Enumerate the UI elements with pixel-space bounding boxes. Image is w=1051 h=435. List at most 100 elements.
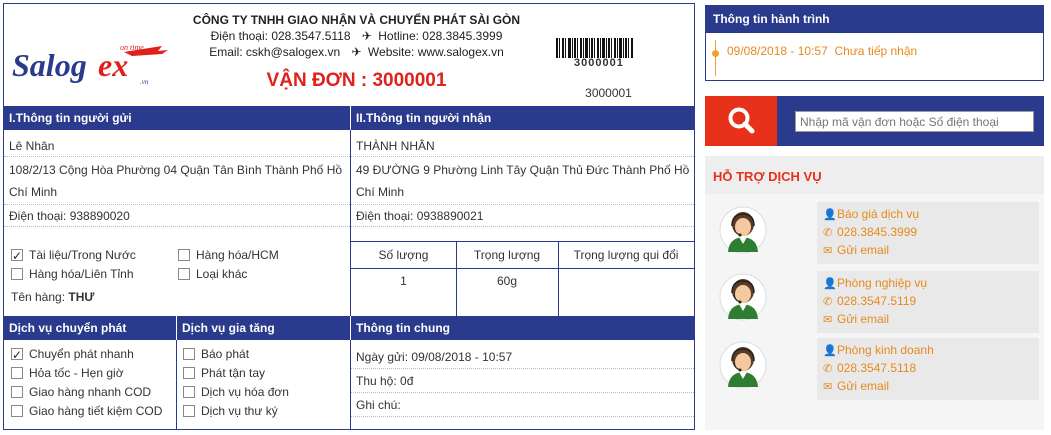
checkbox[interactable] <box>178 268 190 280</box>
sender-phone: Điện thoại: 938890020 <box>4 205 350 227</box>
company-info: CÔNG TY TNHH GIAO NHẬN VÀ CHUYỂN PHÁT SÀ… <box>179 12 534 60</box>
contact-name: 👤Phòng kinh doanh <box>823 343 934 357</box>
contact-email[interactable]: ✉ Gửi email <box>823 312 889 326</box>
column-divider <box>176 340 177 430</box>
delivery-service-header: Dịch vụ chuyển phát <box>4 316 176 340</box>
svg-text:on time: on time <box>120 43 144 52</box>
delivery-option-3[interactable]: Giao hàng tiết kiệm COD <box>11 402 162 420</box>
contact-phone[interactable]: ✆ 028.3845.3999 <box>823 225 917 239</box>
delivery-option-2[interactable]: Giao hàng nhanh COD <box>11 383 151 401</box>
phone-icon: ✆ <box>823 227 833 239</box>
column-divider <box>350 130 351 316</box>
timeline-dot-icon <box>712 50 719 57</box>
plane-icon: ✈ <box>361 29 372 43</box>
contact-phone[interactable]: ✆ 028.3547.5118 <box>823 361 916 375</box>
barcode-image: 3000001 <box>556 38 636 69</box>
goods-name-value: THƯ <box>68 290 95 304</box>
envelope-icon: ✉ <box>823 381 833 393</box>
waybill-title: VẬN ĐƠN : 3000001 <box>266 70 447 91</box>
company-name: CÔNG TY TNHH GIAO NHẬN VÀ CHUYỂN PHÁT SÀ… <box>192 13 521 27</box>
journey-panel: Thông tin hành trình 09/08/2018 - 10:57 … <box>705 5 1044 81</box>
delivery-option-1[interactable]: Hỏa tốc - Hẹn giờ <box>11 364 124 382</box>
goods-option-0[interactable]: Tài liệu/Trong Nước <box>11 246 136 265</box>
support-panel: HỖ TRỢ DỊCH VỤ 👤Báo giá dịch vụ ✆ 028.384… <box>705 156 1044 430</box>
person-icon: 👤 <box>823 278 837 290</box>
table-top-line <box>351 241 694 242</box>
company-website: Website: www.salogex.vn <box>367 45 504 59</box>
contact-email[interactable]: ✉ Gửi email <box>823 379 889 393</box>
waybill: Salog ex on time .vn CÔNG TY TNHH GIAO N… <box>3 3 695 430</box>
checkbox[interactable] <box>11 268 23 280</box>
value-added-header: Dịch vụ gia tăng <box>176 316 350 340</box>
svg-text:Salog: Salog <box>12 47 87 83</box>
checkbox[interactable] <box>183 367 195 379</box>
plane-icon: ✈ <box>351 45 362 59</box>
agent-avatar-icon <box>719 206 767 254</box>
delivery-option-0[interactable]: Chuyển phát nhanh <box>11 345 134 364</box>
person-icon: 👤 <box>823 345 837 357</box>
envelope-icon: ✉ <box>823 314 833 326</box>
contact-name: 👤Phòng nghiệp vụ <box>823 276 928 290</box>
search-input[interactable] <box>795 111 1034 132</box>
table-divider <box>558 241 559 316</box>
search-bar <box>705 96 1044 146</box>
receiver-name: THÀNH NHÂN <box>351 135 694 157</box>
value-added-option-0[interactable]: Báo phát <box>183 345 249 363</box>
value-added-option-1[interactable]: Phát tận tay <box>183 364 265 382</box>
table-header-weight: Trọng lượng <box>473 248 541 262</box>
receiver-phone: Điện thoại: 0938890021 <box>351 205 694 227</box>
person-icon: 👤 <box>823 209 837 221</box>
svg-text:ex: ex <box>98 47 128 83</box>
barcode-small-number: 3000001 <box>574 57 624 69</box>
contact-email[interactable]: ✉ Gửi email <box>823 243 889 257</box>
journey-time: 09/08/2018 - 10:57 <box>727 44 828 58</box>
journey-entry: 09/08/2018 - 10:57 Chưa tiếp nhận <box>727 44 917 58</box>
goods-option-2[interactable]: Hàng hóa/Liên Tỉnh <box>11 265 134 283</box>
table-value-quantity: 1 <box>400 274 407 288</box>
support-header: HỖ TRỢ DỊCH VỤ <box>705 156 1044 194</box>
support-card-1: 👤Phòng nghiệp vụ ✆ 028.3547.5119 ✉ Gửi ema… <box>817 271 1039 333</box>
checkbox[interactable] <box>11 346 23 364</box>
general-info-header: Thông tin chung <box>350 316 694 340</box>
checkbox[interactable] <box>11 405 23 417</box>
contact-phone[interactable]: ✆ 028.3547.5119 <box>823 294 916 308</box>
checkbox[interactable] <box>11 386 23 398</box>
table-header-quantity: Số lượng <box>378 248 429 262</box>
goods-option-1[interactable]: Hàng hóa/HCM <box>178 246 279 264</box>
salogex-logo: Salog ex on time .vn <box>12 42 172 90</box>
phone-icon: ✆ <box>823 296 833 308</box>
sender-header: I.Thông tin người gửi <box>4 106 350 130</box>
receiver-header: II.Thông tin người nhận <box>350 106 694 130</box>
agent-avatar-icon <box>719 273 767 321</box>
goods-option-3[interactable]: Loại khác <box>178 265 247 283</box>
support-card-2: 👤Phòng kinh doanh ✆ 028.3547.5118 ✉ Gửi em… <box>817 338 1039 400</box>
sender-address: 108/2/13 Cộng Hòa Phường 04 Quận Tân Bìn… <box>4 159 350 205</box>
svg-text:.vn: .vn <box>140 78 149 86</box>
checkbox[interactable] <box>183 386 195 398</box>
journey-header: Thông tin hành trình <box>706 6 1043 33</box>
cod-amount: Thu hộ: 0đ <box>351 369 694 393</box>
sender-name: Lê Nhân <box>4 135 350 157</box>
search-button[interactable] <box>705 96 777 146</box>
send-date: Ngày gửi: 09/08/2018 - 10:57 <box>351 345 694 369</box>
value-added-option-2[interactable]: Dịch vụ hóa đơn <box>183 383 289 401</box>
value-added-option-3[interactable]: Dịch vụ thư ký <box>183 402 278 420</box>
checkbox[interactable] <box>183 348 195 360</box>
checkbox[interactable] <box>11 247 23 265</box>
table-value-weight: 60g <box>496 274 518 288</box>
checkbox[interactable] <box>11 367 23 379</box>
envelope-icon: ✉ <box>823 245 833 257</box>
company-hotline: Hotline: 028.3845.3999 <box>378 29 503 43</box>
note: Ghi chú: <box>351 393 694 417</box>
checkbox[interactable] <box>178 249 190 261</box>
phone-icon: ✆ <box>823 363 833 375</box>
timeline-line <box>715 40 716 76</box>
table-header-converted-weight: Trọng lượng qui đổi <box>573 248 679 262</box>
company-phone: Điện thoại: 028.3547.5118 <box>210 29 351 43</box>
checkbox[interactable] <box>183 405 195 417</box>
company-email: Email: cskh@salogex.vn <box>209 45 341 59</box>
journey-status: Chưa tiếp nhận <box>834 44 918 58</box>
contact-name: 👤Báo giá dịch vụ <box>823 207 920 221</box>
search-icon <box>728 107 755 134</box>
waybill-header: Salog ex on time .vn CÔNG TY TNHH GIAO N… <box>4 4 694 106</box>
